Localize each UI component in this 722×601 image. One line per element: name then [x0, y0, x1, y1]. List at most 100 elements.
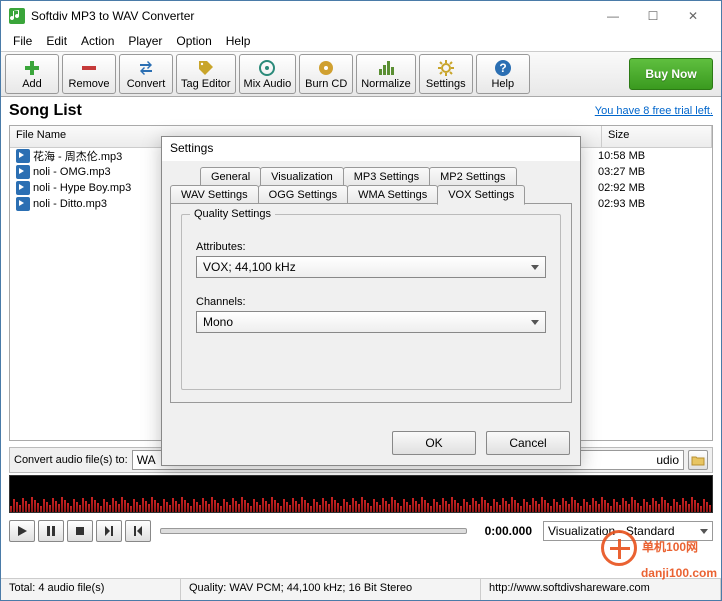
mix-audio-icon — [258, 59, 276, 77]
songlist-title: Song List — [9, 102, 82, 120]
ok-button[interactable]: OK — [392, 431, 476, 455]
tab-wav[interactable]: WAV Settings — [170, 185, 259, 204]
toolbtn-label: Settings — [426, 79, 466, 90]
toolbar: Add Remove Convert Tag Editor Mix Audio Burn … — [1, 51, 721, 97]
burn-cd-button[interactable]: Burn CD — [299, 54, 353, 94]
file-size: 03:27 MB — [598, 166, 645, 178]
remove-icon — [80, 59, 98, 77]
normalize-button[interactable]: Normalize — [356, 54, 416, 94]
status-bar: Total: 4 audio file(s) Quality: WAV PCM;… — [1, 578, 721, 600]
chevron-down-icon — [531, 265, 539, 270]
audio-file-icon — [16, 165, 30, 179]
tag-editor-button[interactable]: Tag Editor — [176, 54, 236, 94]
dialog-title: Settings — [162, 137, 580, 161]
add-icon — [23, 59, 41, 77]
quality-groupbox: Quality Settings Attributes: VOX; 44,100… — [181, 214, 561, 390]
audio-file-icon — [16, 197, 30, 211]
convert-icon — [137, 59, 155, 77]
browse-button[interactable] — [688, 450, 708, 470]
group-legend: Quality Settings — [190, 208, 275, 220]
file-size: 02:93 MB — [598, 198, 645, 210]
menu-file[interactable]: File — [7, 32, 38, 50]
normalize-icon — [377, 59, 395, 77]
seek-bar[interactable] — [160, 528, 467, 534]
dialog-tabs: General Visualization MP3 Settings MP2 S… — [162, 161, 580, 403]
status-url: http://www.softdivshareware.com — [481, 579, 721, 600]
format-value-left: WA — [137, 453, 156, 467]
settings-dialog: Settings General Visualization MP3 Setti… — [161, 136, 581, 466]
visualization-panel — [9, 475, 713, 513]
tag-editor-icon — [197, 59, 215, 77]
format-value-right: udio — [656, 453, 679, 467]
menu-action[interactable]: Action — [75, 32, 120, 50]
titlebar: Softdiv MP3 to WAV Converter — ☐ ✕ — [1, 1, 721, 31]
maximize-button[interactable]: ☐ — [633, 6, 673, 26]
toolbtn-label: Mix Audio — [244, 79, 292, 90]
burn-cd-icon — [317, 59, 335, 77]
menu-help[interactable]: Help — [220, 32, 257, 50]
tab-wma[interactable]: WMA Settings — [347, 185, 438, 204]
cancel-button[interactable]: Cancel — [486, 431, 570, 455]
status-total: Total: 4 audio file(s) — [1, 579, 181, 600]
audio-file-icon — [16, 181, 30, 195]
pause-button[interactable] — [38, 520, 64, 542]
trial-link[interactable]: You have 8 free trial left. — [595, 105, 713, 117]
channels-label: Channels: — [196, 296, 546, 308]
audio-file-icon — [16, 149, 30, 163]
chevron-down-icon — [531, 320, 539, 325]
watermark-site: danji100.com — [641, 566, 717, 580]
watermark: 单机100网 danji100.com — [601, 530, 717, 580]
channels-select[interactable]: Mono — [196, 311, 546, 333]
channels-value: Mono — [203, 315, 233, 329]
next-button[interactable] — [96, 520, 122, 542]
status-quality: Quality: WAV PCM; 44,100 kHz; 16 Bit Ste… — [181, 579, 481, 600]
tab-general[interactable]: General — [200, 167, 261, 186]
app-icon — [9, 8, 25, 24]
attributes-select[interactable]: VOX; 44,100 kHz — [196, 256, 546, 278]
toolbtn-label: Burn CD — [305, 79, 347, 90]
tab-pane: Quality Settings Attributes: VOX; 44,100… — [170, 203, 572, 403]
menu-bar: File Edit Action Player Option Help — [1, 31, 721, 51]
settings-button[interactable]: Settings — [419, 54, 473, 94]
toolbtn-label: Help — [491, 79, 514, 90]
attributes-label: Attributes: — [196, 241, 546, 253]
tab-ogg[interactable]: OGG Settings — [258, 185, 348, 204]
toolbtn-label: Normalize — [361, 79, 411, 90]
watermark-brand: 单机100网 — [642, 540, 698, 554]
menu-option[interactable]: Option — [170, 32, 217, 50]
menu-player[interactable]: Player — [122, 32, 168, 50]
menu-edit[interactable]: Edit — [40, 32, 73, 50]
buy-now-button[interactable]: Buy Now — [629, 58, 713, 90]
convert-button[interactable]: Convert — [119, 54, 173, 94]
window-title: Softdiv MP3 to WAV Converter — [31, 9, 593, 23]
file-size: 10:58 MB — [598, 150, 645, 162]
play-button[interactable] — [9, 520, 35, 542]
column-size[interactable]: Size — [602, 126, 712, 147]
tab-visualization[interactable]: Visualization — [260, 167, 344, 186]
help-icon: ? — [494, 59, 512, 77]
svg-text:?: ? — [499, 61, 506, 75]
tab-vox[interactable]: VOX Settings — [437, 185, 525, 205]
settings-icon — [437, 59, 455, 77]
dialog-buttons: OK Cancel — [162, 421, 580, 465]
attributes-value: VOX; 44,100 kHz — [203, 260, 296, 274]
watermark-icon — [601, 530, 637, 566]
prev-button[interactable] — [125, 520, 151, 542]
tab-mp2[interactable]: MP2 Settings — [429, 167, 516, 186]
toolbtn-label: Convert — [127, 79, 166, 90]
tab-mp3[interactable]: MP3 Settings — [343, 167, 430, 186]
songlist-header: Song List You have 8 free trial left. — [1, 97, 721, 125]
play-time: 0:00.000 — [476, 524, 532, 538]
minimize-button[interactable]: — — [593, 6, 633, 26]
mix-audio-button[interactable]: Mix Audio — [239, 54, 297, 94]
add-button[interactable]: Add — [5, 54, 59, 94]
help-button[interactable]: ? Help — [476, 54, 530, 94]
toolbtn-label: Tag Editor — [181, 79, 231, 90]
file-size: 02:92 MB — [598, 182, 645, 194]
folder-icon — [691, 454, 705, 466]
stop-button[interactable] — [67, 520, 93, 542]
close-button[interactable]: ✕ — [673, 6, 713, 26]
toolbtn-label: Add — [22, 79, 42, 90]
remove-button[interactable]: Remove — [62, 54, 116, 94]
convert-label: Convert audio file(s) to: — [14, 454, 128, 466]
